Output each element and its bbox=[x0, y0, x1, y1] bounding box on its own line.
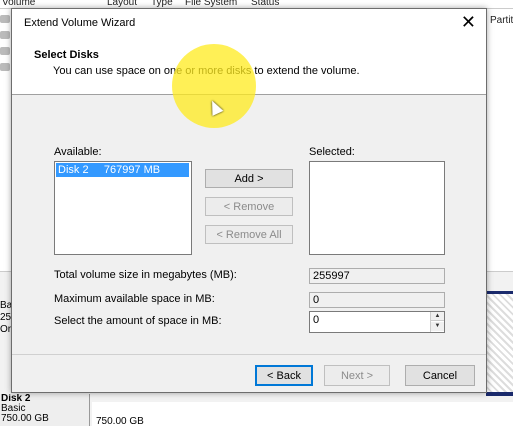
disk2-label: Disk 2 Basic 750.00 GB bbox=[0, 394, 90, 426]
title-bar[interactable]: Extend Volume Wizard ✕ bbox=[12, 9, 486, 37]
volume-icon bbox=[0, 47, 10, 55]
available-disks-list[interactable]: Disk 2 767997 MB bbox=[54, 161, 192, 255]
cancel-button[interactable]: Cancel bbox=[405, 365, 475, 386]
disk2-volume-size: 750.00 GB bbox=[96, 416, 144, 426]
footer-divider bbox=[12, 354, 486, 355]
max-space-field: 0 bbox=[309, 292, 445, 308]
space-amount-stepper[interactable]: 0 ▲ ▼ bbox=[309, 311, 445, 333]
remove-button[interactable]: < Remove bbox=[205, 197, 293, 216]
column-type[interactable]: Type bbox=[151, 0, 173, 8]
column-volume[interactable]: Volume bbox=[2, 0, 35, 8]
chevron-up-icon[interactable]: ▲ bbox=[431, 312, 444, 321]
total-size-field: 255997 bbox=[309, 268, 445, 284]
stepper-arrows: ▲ ▼ bbox=[430, 312, 444, 332]
unallocated-volume-block[interactable] bbox=[486, 291, 513, 395]
close-icon[interactable]: ✕ bbox=[461, 13, 476, 31]
add-button[interactable]: Add > bbox=[205, 169, 293, 188]
available-label: Available: bbox=[54, 146, 102, 158]
column-status[interactable]: Status bbox=[251, 0, 279, 8]
disk2-volume-block[interactable]: 750.00 GB bbox=[92, 402, 513, 426]
disk2-size: 750.00 GB bbox=[1, 413, 49, 424]
back-button[interactable]: < Back bbox=[255, 365, 313, 386]
volume-icon bbox=[0, 31, 10, 39]
space-amount-value[interactable]: 0 bbox=[313, 314, 319, 326]
remove-all-button[interactable]: < Remove All bbox=[205, 225, 293, 244]
column-file-system[interactable]: File System bbox=[185, 0, 237, 8]
volume-icon bbox=[0, 63, 10, 71]
volume-bar bbox=[486, 392, 513, 396]
dialog-title: Extend Volume Wizard bbox=[24, 17, 136, 29]
column-layout[interactable]: Layout bbox=[107, 0, 137, 8]
partition-column-label: Partiti bbox=[490, 15, 513, 26]
volume-icon bbox=[0, 15, 10, 23]
selected-disks-list[interactable] bbox=[309, 161, 445, 255]
max-space-label: Maximum available space in MB: bbox=[54, 293, 215, 305]
wizard-step-title: Select Disks bbox=[34, 49, 99, 61]
cursor-highlight bbox=[172, 44, 256, 128]
next-button[interactable]: Next > bbox=[324, 365, 390, 386]
chevron-down-icon[interactable]: ▼ bbox=[431, 322, 444, 331]
selected-label: Selected: bbox=[309, 146, 355, 158]
select-space-label: Select the amount of space in MB: bbox=[54, 315, 222, 327]
list-item[interactable]: Disk 2 767997 MB bbox=[56, 163, 189, 177]
total-size-label: Total volume size in megabytes (MB): bbox=[54, 269, 237, 281]
